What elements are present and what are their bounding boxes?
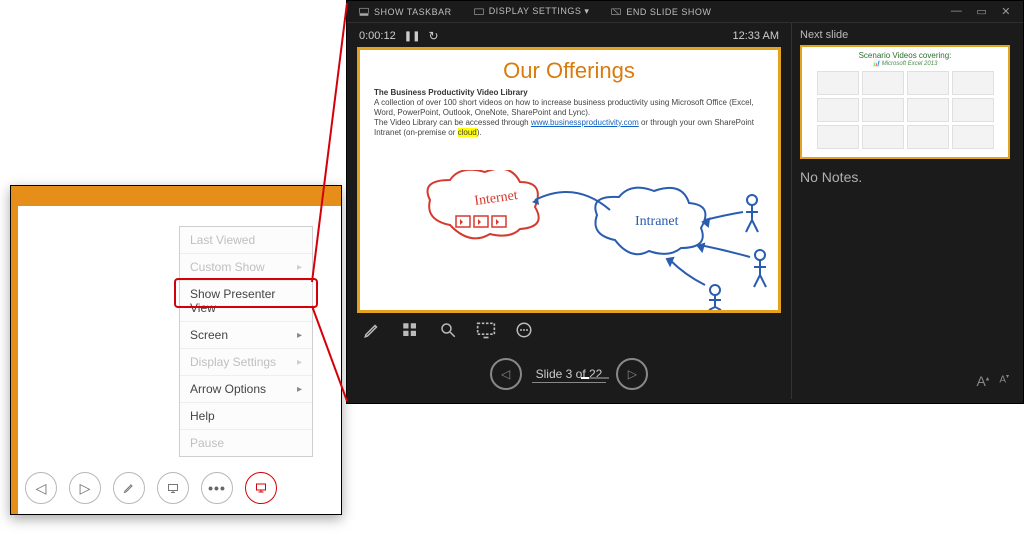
menu-item-label: Display Settings [190, 355, 276, 369]
slide-nav: ◁ Slide 3 of 22 ▷ [357, 358, 781, 390]
slide-progress-bar [581, 377, 609, 379]
menu-help[interactable]: Help [180, 403, 312, 430]
slide-annotation-drawing: Internet Intranet [360, 170, 778, 310]
slideshow-controls: ◁ ▷ ••• [25, 472, 277, 504]
pen-icon [363, 321, 381, 339]
submenu-arrow-icon: ▸ [297, 357, 302, 368]
slide-text-line2c: ). [477, 128, 482, 137]
end-show-icon [611, 7, 621, 17]
close-button[interactable]: ✕ [1001, 5, 1011, 18]
menu-show-presenter-view[interactable]: Show Presenter View [180, 281, 312, 322]
next-slide-button[interactable]: ▷ [69, 472, 101, 504]
presenter-menubar: SHOW TASKBAR DISPLAY SETTINGS ▾ END SLID… [347, 1, 1023, 23]
display-settings-icon [474, 7, 484, 17]
increase-font-button[interactable]: A▴ [976, 373, 989, 389]
current-slide: Our Offerings The Business Productivity … [357, 47, 781, 313]
menubar-label: DISPLAY SETTINGS ▾ [489, 6, 590, 17]
restart-timer-button[interactable]: ↻ [428, 29, 438, 43]
slide-text-highlight: cloud [458, 128, 477, 137]
next-slide-title: Scenario Videos covering: [802, 51, 1008, 60]
slide-subtitle: The Business Productivity Video Library [374, 88, 528, 97]
presenter-status-row: 0:00:12 ❚❚ ↻ 12:33 AM [357, 29, 781, 47]
menu-item-label: Show Presenter View [190, 287, 302, 315]
show-taskbar-button[interactable]: SHOW TASKBAR [359, 7, 452, 17]
menu-display-settings: Display Settings ▸ [180, 349, 312, 376]
black-screen-tool[interactable] [475, 321, 497, 344]
drawing-label-internet: Internet [473, 188, 518, 209]
slideshow-accent-left [11, 206, 18, 514]
display-button[interactable] [157, 472, 189, 504]
clock-time: 12:33 AM [733, 30, 779, 42]
next-slide-grid [802, 67, 1008, 149]
magnifier-icon [439, 321, 457, 339]
menu-item-label: Custom Show [190, 260, 265, 274]
drawing-label-intranet: Intranet [635, 214, 679, 229]
more-slide-options[interactable] [513, 321, 535, 344]
window-controls: — ▭ ✕ [951, 5, 1011, 18]
menu-item-label: Screen [190, 328, 228, 342]
next-slide-subtitle: 📊 Microsoft Excel 2013 [802, 60, 1008, 67]
current-slide-pane: 0:00:12 ❚❚ ↻ 12:33 AM Our Offerings The … [347, 23, 791, 399]
menu-item-label: Pause [190, 436, 224, 450]
submenu-arrow-icon: ▸ [297, 262, 302, 273]
end-slideshow-button[interactable]: END SLIDE SHOW [611, 7, 711, 17]
see-all-slides-tool[interactable] [399, 321, 421, 344]
menu-arrow-options[interactable]: Arrow Options ▸ [180, 376, 312, 403]
more-options-button[interactable]: ••• [201, 472, 233, 504]
prev-slide-button[interactable]: ◁ [25, 472, 57, 504]
slide-link[interactable]: www.businessproductivity.com [531, 118, 639, 127]
presenter-screen-icon [255, 482, 267, 494]
slide-title: Our Offerings [360, 58, 778, 84]
presenter-view-window: SHOW TASKBAR DISPLAY SETTINGS ▾ END SLID… [346, 0, 1024, 404]
elapsed-time: 0:00:12 [359, 30, 396, 42]
pen-tool[interactable] [361, 321, 383, 344]
pen-icon [123, 482, 135, 494]
notes-font-controls: A▴ A▾ [976, 373, 1009, 389]
submenu-arrow-icon: ▸ [297, 384, 302, 395]
next-slide-pane: Next slide Scenario Videos covering: 📊 M… [791, 23, 1023, 399]
submenu-arrow-icon: ▸ [297, 330, 302, 341]
presenter-view-button[interactable] [245, 472, 277, 504]
decrease-font-button[interactable]: A▾ [999, 373, 1009, 389]
slide-text-line2a: The Video Library can be accessed throug… [374, 118, 531, 127]
nav-prev-button[interactable]: ◁ [490, 358, 522, 390]
display-settings-button[interactable]: DISPLAY SETTINGS ▾ [474, 6, 590, 17]
menu-custom-show: Custom Show ▸ [180, 254, 312, 281]
taskbar-icon [359, 7, 369, 17]
ellipsis-icon: ••• [208, 480, 226, 496]
minimize-button[interactable]: — [951, 5, 963, 18]
menu-item-label: Help [190, 409, 215, 423]
next-slide-label: Next slide [800, 29, 1015, 41]
menu-item-label: Last Viewed [190, 233, 255, 247]
menu-pause: Pause [180, 430, 312, 456]
pause-timer-button[interactable]: ❚❚ [404, 31, 421, 42]
menubar-label: SHOW TASKBAR [374, 7, 452, 17]
slide-text-line1: A collection of over 100 short videos on… [374, 98, 754, 117]
nav-next-button[interactable]: ▷ [616, 358, 648, 390]
slideshow-window: Last Viewed Custom Show ▸ Show Presenter… [10, 185, 342, 515]
ellipsis-circle-icon [515, 321, 533, 339]
next-slide-thumbnail[interactable]: Scenario Videos covering: 📊 Microsoft Ex… [800, 45, 1010, 159]
grid-icon [401, 321, 419, 339]
menu-item-label: Arrow Options [190, 382, 266, 396]
slide-body: The Business Productivity Video Library … [360, 88, 778, 138]
presenter-tools [357, 313, 781, 344]
menu-screen[interactable]: Screen ▸ [180, 322, 312, 349]
slideshow-accent-top [11, 186, 341, 206]
slide-counter[interactable]: Slide 3 of 22 [532, 365, 607, 383]
maximize-button[interactable]: ▭ [976, 5, 987, 18]
black-screen-icon [476, 321, 496, 339]
menubar-label: END SLIDE SHOW [626, 7, 711, 17]
pen-tool-button[interactable] [113, 472, 145, 504]
slideshow-context-menu: Last Viewed Custom Show ▸ Show Presenter… [179, 226, 313, 457]
menu-last-viewed: Last Viewed [180, 227, 312, 254]
notes-text: No Notes. [800, 169, 1015, 185]
monitor-icon [167, 482, 179, 494]
zoom-tool[interactable] [437, 321, 459, 344]
